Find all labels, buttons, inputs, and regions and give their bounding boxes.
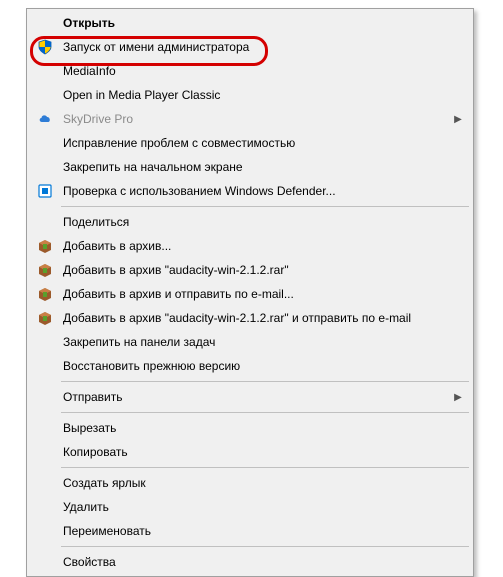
- menu-item-mediainfo[interactable]: MediaInfo: [29, 59, 471, 83]
- winrar-icon: [33, 260, 57, 280]
- menu-label: Закрепить на начальном экране: [57, 160, 465, 174]
- menu-item-open-mpc[interactable]: Open in Media Player Classic: [29, 83, 471, 107]
- cloud-icon: [33, 109, 57, 129]
- menu-item-delete[interactable]: Удалить: [29, 495, 471, 519]
- menu-item-pin-start[interactable]: Закрепить на начальном экране: [29, 155, 471, 179]
- menu-label: Восстановить прежнюю версию: [57, 359, 465, 373]
- menu-item-create-shortcut[interactable]: Создать ярлык: [29, 471, 471, 495]
- menu-label: Вырезать: [57, 421, 465, 435]
- menu-item-compat-troubleshoot[interactable]: Исправление проблем с совместимостью: [29, 131, 471, 155]
- blank-icon: [33, 356, 57, 376]
- menu-label: Запуск от имени администратора: [57, 40, 465, 54]
- menu-item-add-archive[interactable]: Добавить в архив...: [29, 234, 471, 258]
- menu-item-share[interactable]: Поделиться: [29, 210, 471, 234]
- blank-icon: [33, 473, 57, 493]
- menu-item-properties[interactable]: Свойства: [29, 550, 471, 574]
- menu-item-add-archive-email[interactable]: Добавить в архив и отправить по e-mail..…: [29, 282, 471, 306]
- menu-label: MediaInfo: [57, 64, 465, 78]
- separator: [61, 206, 469, 207]
- menu-item-run-as-admin[interactable]: Запуск от имени администратора: [29, 35, 471, 59]
- menu-item-send-to[interactable]: Отправить ▶: [29, 385, 471, 409]
- menu-label: Open in Media Player Classic: [57, 88, 465, 102]
- menu-label: Удалить: [57, 500, 465, 514]
- separator: [61, 546, 469, 547]
- menu-item-skydrive[interactable]: SkyDrive Pro ▶: [29, 107, 471, 131]
- menu-label: Исправление проблем с совместимостью: [57, 136, 465, 150]
- menu-item-add-archive-named[interactable]: Добавить в архив "audacity-win-2.1.2.rar…: [29, 258, 471, 282]
- blank-icon: [33, 442, 57, 462]
- uac-shield-icon: [33, 37, 57, 57]
- chevron-right-icon: ▶: [451, 392, 465, 403]
- menu-item-pin-taskbar[interactable]: Закрепить на панели задач: [29, 330, 471, 354]
- blank-icon: [33, 133, 57, 153]
- blank-icon: [33, 552, 57, 572]
- blank-icon: [33, 157, 57, 177]
- menu-label: Добавить в архив...: [57, 239, 465, 253]
- blank-icon: [33, 387, 57, 407]
- separator: [61, 412, 469, 413]
- menu-item-open[interactable]: Открыть: [29, 11, 471, 35]
- blank-icon: [33, 212, 57, 232]
- blank-icon: [33, 13, 57, 33]
- menu-label: Переименовать: [57, 524, 465, 538]
- menu-label: Добавить в архив "audacity-win-2.1.2.rar…: [57, 311, 465, 325]
- menu-label: SkyDrive Pro: [57, 112, 451, 126]
- winrar-icon: [33, 284, 57, 304]
- separator: [61, 381, 469, 382]
- menu-label: Свойства: [57, 555, 465, 569]
- menu-item-add-archive-named-email[interactable]: Добавить в архив "audacity-win-2.1.2.rar…: [29, 306, 471, 330]
- menu-label: Закрепить на панели задач: [57, 335, 465, 349]
- menu-label: Создать ярлык: [57, 476, 465, 490]
- menu-item-rename[interactable]: Переименовать: [29, 519, 471, 543]
- defender-icon: [33, 181, 57, 201]
- menu-item-restore-prev[interactable]: Восстановить прежнюю версию: [29, 354, 471, 378]
- blank-icon: [33, 85, 57, 105]
- menu-label: Отправить: [57, 390, 451, 404]
- menu-label: Открыть: [57, 16, 465, 30]
- chevron-right-icon: ▶: [451, 114, 465, 125]
- menu-item-cut[interactable]: Вырезать: [29, 416, 471, 440]
- winrar-icon: [33, 236, 57, 256]
- blank-icon: [33, 332, 57, 352]
- blank-icon: [33, 61, 57, 81]
- menu-label: Добавить в архив и отправить по e-mail..…: [57, 287, 465, 301]
- context-menu: Открыть Запуск от имени администратора M…: [26, 8, 474, 577]
- blank-icon: [33, 521, 57, 541]
- blank-icon: [33, 418, 57, 438]
- menu-label: Проверка с использованием Windows Defend…: [57, 184, 465, 198]
- menu-item-defender-scan[interactable]: Проверка с использованием Windows Defend…: [29, 179, 471, 203]
- menu-label: Поделиться: [57, 215, 465, 229]
- menu-label: Добавить в архив "audacity-win-2.1.2.rar…: [57, 263, 465, 277]
- separator: [61, 467, 469, 468]
- menu-item-copy[interactable]: Копировать: [29, 440, 471, 464]
- winrar-icon: [33, 308, 57, 328]
- menu-label: Копировать: [57, 445, 465, 459]
- blank-icon: [33, 497, 57, 517]
